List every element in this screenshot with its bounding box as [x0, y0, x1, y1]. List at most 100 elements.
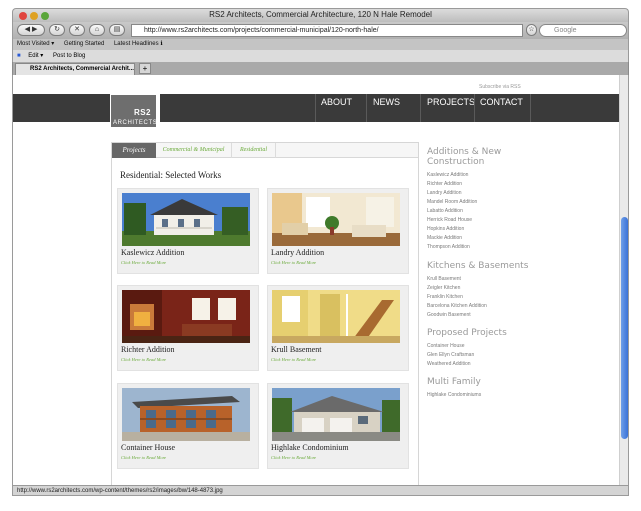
logo-architects: ARCHITECTS: [113, 120, 158, 126]
vertical-scrollbar[interactable]: [619, 75, 629, 485]
project-card-krull[interactable]: Krull Basement Click Here to Read More: [267, 285, 409, 371]
sidebar-link[interactable]: Mandel Room Addition: [427, 198, 501, 207]
project-card-landry[interactable]: Landry Addition Click Here to Read More: [267, 188, 409, 274]
home-icon[interactable]: ⌂: [89, 24, 105, 36]
sidebar-section-multi-family: Multi Family Highlake Condominiums: [427, 377, 481, 400]
sidebar-heading: Construction: [427, 157, 485, 167]
sidebar-link[interactable]: Mackie Addition: [427, 234, 501, 243]
project-tabs: Projects Commercial & Municipal Resident…: [112, 143, 418, 158]
projects-panel: Projects Commercial & Municipal Resident…: [111, 142, 419, 485]
read-more-link[interactable]: Click Here to Read More: [271, 260, 316, 265]
tab-label: RS2 Architects, Commercial Archit...: [30, 66, 134, 72]
new-tab-button[interactable]: +: [139, 63, 151, 74]
landry-photo: [272, 193, 400, 246]
stop-icon[interactable]: ✕: [69, 24, 85, 36]
sidebar-link[interactable]: Goodwin Basement: [427, 311, 528, 320]
project-card-highlake[interactable]: Highlake Condominium Click Here to Read …: [267, 383, 409, 469]
sidebar-link[interactable]: Franklin Kitchen: [427, 293, 528, 302]
bookmark-most-visited[interactable]: Most Visited ▾: [17, 41, 54, 47]
nav-projects[interactable]: PROJECTS: [427, 97, 475, 107]
bookmark-latest-headlines[interactable]: Latest Headlines ℹ: [114, 41, 163, 47]
sidebar-heading: Kitchens & Basements: [427, 261, 529, 271]
card-title: Richter Addition: [121, 345, 175, 354]
nav-divider: [474, 94, 475, 122]
edit-menu[interactable]: Edit ▾: [28, 53, 43, 59]
window-titlebar: RS2 Architects, Commercial Architecture,…: [12, 8, 629, 22]
bookmarks-bar: Most Visited ▾ Getting Started Latest He…: [12, 39, 629, 50]
rs2-logo[interactable]: RS2 ARCHITECTS: [110, 94, 157, 128]
window-title: RS2 Architects, Commercial Architecture,…: [209, 10, 432, 19]
sidebar-link[interactable]: Container House: [427, 342, 507, 351]
tab-projects[interactable]: Projects: [112, 143, 156, 158]
post-to-blog-button[interactable]: Post to Blog: [53, 53, 85, 59]
kaslewicz-photo: [122, 193, 250, 246]
sidebar-heading: Additions & New: [427, 147, 502, 157]
subscribe-link[interactable]: Subscribe via RSS: [479, 84, 521, 90]
sidebar-link[interactable]: Weathered Addition: [427, 360, 507, 369]
header-band: [13, 94, 619, 122]
status-text: http://www.rs2architects.com/wp-content/…: [17, 488, 223, 494]
reload-icon[interactable]: ↻: [49, 24, 65, 36]
sidebar-section-additions: Additions & New Construction Kaslewicz A…: [427, 147, 501, 252]
nav-contact[interactable]: CONTACT: [480, 97, 523, 107]
search-placeholder: Google: [554, 27, 577, 34]
header-gap: [157, 94, 160, 122]
browser-toolbar: ◀ ▶ ↻ ✕ ⌂ ▤ http://www.rs2architects.com…: [12, 22, 629, 39]
sidebar-link[interactable]: Glen Ellyn Craftsman: [427, 351, 507, 360]
sidebar-link[interactable]: Richter Addition: [427, 180, 501, 189]
search-input[interactable]: Google: [539, 24, 627, 37]
bookmark-getting-started[interactable]: Getting Started: [64, 41, 104, 47]
back-forward-button[interactable]: ◀ ▶: [17, 24, 45, 36]
read-more-link[interactable]: Click Here to Read More: [121, 260, 166, 265]
sidebar-link[interactable]: Thompson Addition: [427, 243, 501, 252]
card-title: Landry Addition: [271, 248, 325, 257]
sidebar-link[interactable]: Labatto Addition: [427, 207, 501, 216]
tab-strip: RS2 Architects, Commercial Archit... +: [12, 62, 629, 75]
sidebar-heading: Proposed Projects: [427, 328, 507, 338]
card-title: Krull Basement: [271, 345, 322, 354]
highlake-photo: [272, 388, 400, 441]
sidebar-link[interactable]: Kaslewicz Addition: [427, 171, 501, 180]
tab-commercial-municipal[interactable]: Commercial & Municipal: [156, 143, 232, 158]
nav-divider: [366, 94, 367, 122]
scrollbar-thumb[interactable]: [621, 217, 628, 439]
extension-bar: ■ Edit ▾ Post to Blog: [12, 50, 629, 62]
project-card-container-house[interactable]: Container House Click Here to Read More: [117, 383, 259, 469]
krull-photo: [272, 290, 400, 343]
url-text: http://www.rs2architects.com/projects/co…: [144, 27, 379, 34]
sidebar-link[interactable]: Herrick Road House: [427, 216, 501, 225]
read-more-link[interactable]: Click Here to Read More: [121, 357, 166, 362]
browser-tab[interactable]: RS2 Architects, Commercial Archit...: [15, 63, 135, 75]
logo-rs2: RS2: [133, 108, 151, 117]
status-bar: http://www.rs2architects.com/wp-content/…: [12, 485, 629, 496]
sidebar-link[interactable]: Krull Basement: [427, 275, 528, 284]
sidebar-link[interactable]: Landry Addition: [427, 189, 501, 198]
richter-photo: [122, 290, 250, 343]
sidebar-link[interactable]: Barcelona Kitchen Addition: [427, 302, 528, 311]
project-card-kaslewicz[interactable]: Kaslewicz Addition Click Here to Read Mo…: [117, 188, 259, 274]
tab-residential[interactable]: Residential: [232, 143, 276, 158]
blog-icon[interactable]: ■: [17, 53, 21, 59]
sidebar-section-kitchens: Kitchens & Basements Krull Basement Zeig…: [427, 261, 528, 320]
sidebar-link[interactable]: Highlake Condominiums: [427, 391, 481, 400]
rss-icon[interactable]: ☆: [526, 24, 537, 36]
card-title: Kaslewicz Addition: [121, 248, 185, 257]
bookmark-page-icon[interactable]: ▤: [109, 24, 125, 36]
section-heading: Residential: Selected Works: [120, 170, 222, 180]
card-title: Highlake Condominium: [271, 443, 349, 452]
nav-about[interactable]: ABOUT: [321, 97, 352, 107]
read-more-link[interactable]: Click Here to Read More: [271, 357, 316, 362]
url-input[interactable]: http://www.rs2architects.com/projects/co…: [131, 24, 523, 37]
sidebar-heading: Multi Family: [427, 377, 481, 387]
sidebar-link[interactable]: Hopkins Addition: [427, 225, 501, 234]
nav-news[interactable]: NEWS: [373, 97, 400, 107]
read-more-link[interactable]: Click Here to Read More: [271, 455, 316, 460]
sidebar-link[interactable]: Zeigler Kitchen: [427, 284, 528, 293]
page-viewport: Subscribe via RSS RS2 ARCHITECTS ABOUT N…: [12, 75, 619, 485]
nav-divider: [530, 94, 531, 122]
nav-divider: [420, 94, 421, 122]
project-card-richter[interactable]: Richter Addition Click Here to Read More: [117, 285, 259, 371]
container-house-render: [122, 388, 250, 441]
read-more-link[interactable]: Click Here to Read More: [121, 455, 166, 460]
sidebar-section-proposed: Proposed Projects Container House Glen E…: [427, 328, 507, 369]
